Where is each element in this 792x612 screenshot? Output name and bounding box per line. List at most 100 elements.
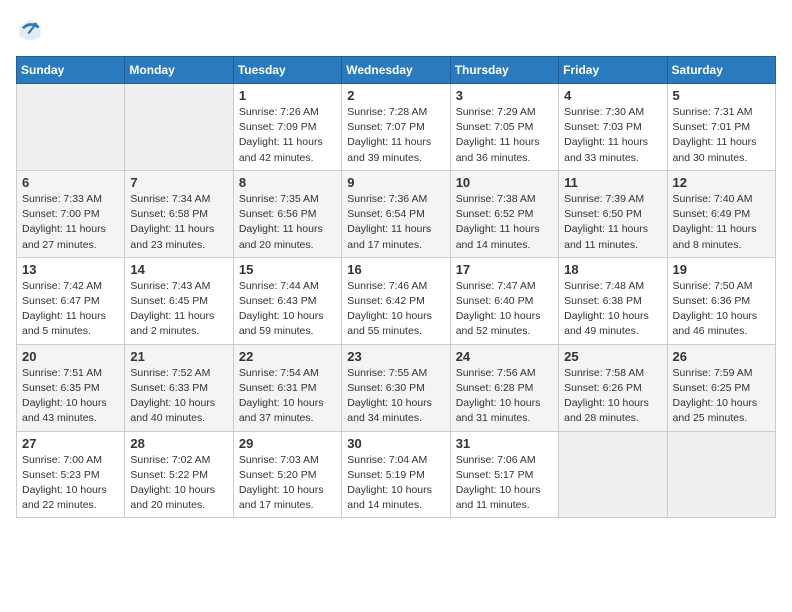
day-number: 1 [239, 88, 336, 103]
daylight: Daylight: 10 hours and 59 minutes. [239, 310, 324, 337]
day-info: Sunrise: 7:42 AM Sunset: 6:47 PM Dayligh… [22, 279, 119, 340]
calendar-cell: 19 Sunrise: 7:50 AM Sunset: 6:36 PM Dayl… [667, 257, 775, 344]
sunrise: Sunrise: 7:52 AM [130, 367, 210, 379]
sunset: Sunset: 6:56 PM [239, 208, 317, 220]
sunset: Sunset: 6:45 PM [130, 295, 208, 307]
sunrise: Sunrise: 7:39 AM [564, 193, 644, 205]
day-number: 5 [673, 88, 770, 103]
daylight: Daylight: 11 hours and 42 minutes. [239, 136, 323, 163]
daylight: Daylight: 11 hours and 20 minutes. [239, 223, 323, 250]
sunrise: Sunrise: 7:34 AM [130, 193, 210, 205]
calendar-cell: 29 Sunrise: 7:03 AM Sunset: 5:20 PM Dayl… [233, 431, 341, 518]
day-info: Sunrise: 7:54 AM Sunset: 6:31 PM Dayligh… [239, 366, 336, 427]
sunset: Sunset: 6:58 PM [130, 208, 208, 220]
calendar-cell [17, 84, 125, 171]
sunrise: Sunrise: 7:59 AM [673, 367, 753, 379]
calendar-cell: 11 Sunrise: 7:39 AM Sunset: 6:50 PM Dayl… [559, 170, 667, 257]
sunset: Sunset: 5:17 PM [456, 469, 534, 481]
daylight: Daylight: 10 hours and 31 minutes. [456, 397, 541, 424]
sunrise: Sunrise: 7:04 AM [347, 454, 427, 466]
sunrise: Sunrise: 7:50 AM [673, 280, 753, 292]
daylight: Daylight: 11 hours and 11 minutes. [564, 223, 648, 250]
sunset: Sunset: 7:03 PM [564, 121, 642, 133]
calendar-cell: 24 Sunrise: 7:56 AM Sunset: 6:28 PM Dayl… [450, 344, 558, 431]
calendar-table: SundayMondayTuesdayWednesdayThursdayFrid… [16, 56, 776, 518]
sunset: Sunset: 6:43 PM [239, 295, 317, 307]
calendar-cell: 7 Sunrise: 7:34 AM Sunset: 6:58 PM Dayli… [125, 170, 233, 257]
day-info: Sunrise: 7:28 AM Sunset: 7:07 PM Dayligh… [347, 105, 444, 166]
calendar-cell: 5 Sunrise: 7:31 AM Sunset: 7:01 PM Dayli… [667, 84, 775, 171]
sunrise: Sunrise: 7:48 AM [564, 280, 644, 292]
sunset: Sunset: 7:09 PM [239, 121, 317, 133]
day-number: 7 [130, 175, 227, 190]
calendar-cell: 31 Sunrise: 7:06 AM Sunset: 5:17 PM Dayl… [450, 431, 558, 518]
calendar-cell: 27 Sunrise: 7:00 AM Sunset: 5:23 PM Dayl… [17, 431, 125, 518]
calendar-cell: 12 Sunrise: 7:40 AM Sunset: 6:49 PM Dayl… [667, 170, 775, 257]
daylight: Daylight: 10 hours and 17 minutes. [239, 484, 324, 511]
sunset: Sunset: 6:28 PM [456, 382, 534, 394]
day-info: Sunrise: 7:55 AM Sunset: 6:30 PM Dayligh… [347, 366, 444, 427]
calendar-header: SundayMondayTuesdayWednesdayThursdayFrid… [17, 57, 776, 84]
calendar-cell: 22 Sunrise: 7:54 AM Sunset: 6:31 PM Dayl… [233, 344, 341, 431]
sunset: Sunset: 6:36 PM [673, 295, 751, 307]
day-info: Sunrise: 7:35 AM Sunset: 6:56 PM Dayligh… [239, 192, 336, 253]
day-info: Sunrise: 7:04 AM Sunset: 5:19 PM Dayligh… [347, 453, 444, 514]
calendar-cell: 28 Sunrise: 7:02 AM Sunset: 5:22 PM Dayl… [125, 431, 233, 518]
calendar-cell: 16 Sunrise: 7:46 AM Sunset: 6:42 PM Dayl… [342, 257, 450, 344]
day-number: 6 [22, 175, 119, 190]
calendar-cell: 23 Sunrise: 7:55 AM Sunset: 6:30 PM Dayl… [342, 344, 450, 431]
sunset: Sunset: 7:07 PM [347, 121, 425, 133]
day-info: Sunrise: 7:38 AM Sunset: 6:52 PM Dayligh… [456, 192, 553, 253]
calendar-cell: 26 Sunrise: 7:59 AM Sunset: 6:25 PM Dayl… [667, 344, 775, 431]
calendar-cell: 18 Sunrise: 7:48 AM Sunset: 6:38 PM Dayl… [559, 257, 667, 344]
sunset: Sunset: 7:05 PM [456, 121, 534, 133]
calendar-cell: 14 Sunrise: 7:43 AM Sunset: 6:45 PM Dayl… [125, 257, 233, 344]
day-number: 29 [239, 436, 336, 451]
sunset: Sunset: 6:42 PM [347, 295, 425, 307]
day-info: Sunrise: 7:26 AM Sunset: 7:09 PM Dayligh… [239, 105, 336, 166]
day-number: 23 [347, 349, 444, 364]
daylight: Daylight: 10 hours and 14 minutes. [347, 484, 432, 511]
sunrise: Sunrise: 7:06 AM [456, 454, 536, 466]
logo-icon [16, 16, 44, 44]
daylight: Daylight: 11 hours and 36 minutes. [456, 136, 540, 163]
daylight: Daylight: 11 hours and 23 minutes. [130, 223, 214, 250]
day-number: 28 [130, 436, 227, 451]
day-number: 10 [456, 175, 553, 190]
day-info: Sunrise: 7:47 AM Sunset: 6:40 PM Dayligh… [456, 279, 553, 340]
day-info: Sunrise: 7:02 AM Sunset: 5:22 PM Dayligh… [130, 453, 227, 514]
sunrise: Sunrise: 7:51 AM [22, 367, 102, 379]
sunset: Sunset: 6:31 PM [239, 382, 317, 394]
sunrise: Sunrise: 7:36 AM [347, 193, 427, 205]
day-info: Sunrise: 7:50 AM Sunset: 6:36 PM Dayligh… [673, 279, 770, 340]
daylight: Daylight: 10 hours and 55 minutes. [347, 310, 432, 337]
sunrise: Sunrise: 7:42 AM [22, 280, 102, 292]
daylight: Daylight: 11 hours and 2 minutes. [130, 310, 214, 337]
daylight: Daylight: 10 hours and 22 minutes. [22, 484, 107, 511]
sunrise: Sunrise: 7:02 AM [130, 454, 210, 466]
daylight: Daylight: 10 hours and 40 minutes. [130, 397, 215, 424]
day-header-sunday: Sunday [17, 57, 125, 84]
day-header-monday: Monday [125, 57, 233, 84]
daylight: Daylight: 10 hours and 20 minutes. [130, 484, 215, 511]
calendar-cell [667, 431, 775, 518]
day-number: 2 [347, 88, 444, 103]
day-header-tuesday: Tuesday [233, 57, 341, 84]
sunrise: Sunrise: 7:46 AM [347, 280, 427, 292]
daylight: Daylight: 11 hours and 17 minutes. [347, 223, 431, 250]
sunrise: Sunrise: 7:26 AM [239, 106, 319, 118]
calendar-cell: 2 Sunrise: 7:28 AM Sunset: 7:07 PM Dayli… [342, 84, 450, 171]
sunrise: Sunrise: 7:30 AM [564, 106, 644, 118]
sunrise: Sunrise: 7:44 AM [239, 280, 319, 292]
sunset: Sunset: 7:01 PM [673, 121, 751, 133]
day-number: 4 [564, 88, 661, 103]
day-number: 17 [456, 262, 553, 277]
day-info: Sunrise: 7:59 AM Sunset: 6:25 PM Dayligh… [673, 366, 770, 427]
day-header-friday: Friday [559, 57, 667, 84]
sunset: Sunset: 6:25 PM [673, 382, 751, 394]
day-info: Sunrise: 7:51 AM Sunset: 6:35 PM Dayligh… [22, 366, 119, 427]
sunset: Sunset: 6:26 PM [564, 382, 642, 394]
daylight: Daylight: 10 hours and 34 minutes. [347, 397, 432, 424]
daylight: Daylight: 10 hours and 49 minutes. [564, 310, 649, 337]
sunrise: Sunrise: 7:31 AM [673, 106, 753, 118]
